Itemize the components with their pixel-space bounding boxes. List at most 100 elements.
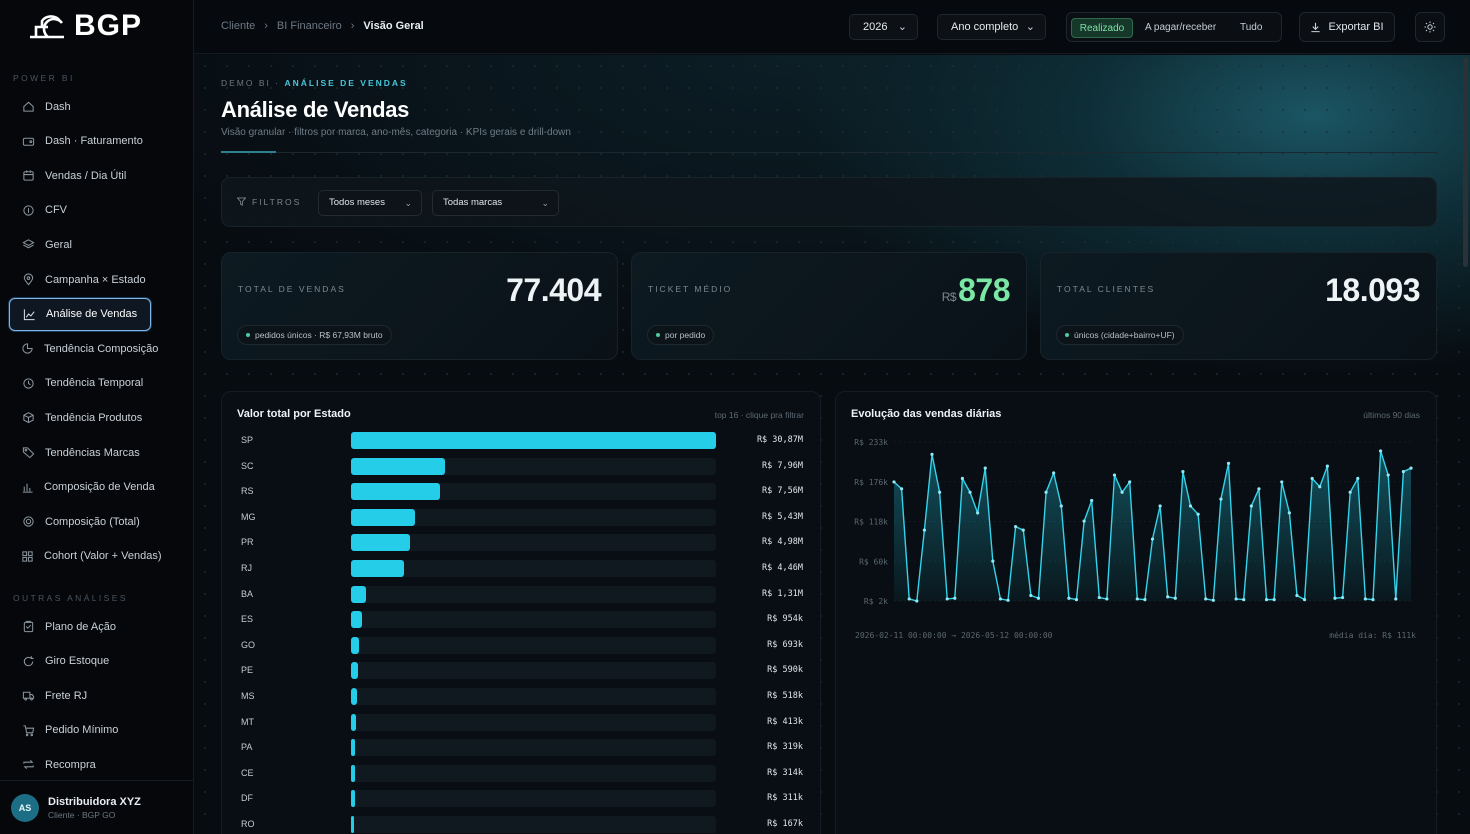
data-point[interactable] bbox=[1074, 598, 1079, 602]
sidebar-item-plano-de-a-o[interactable]: Plano de Ação bbox=[9, 610, 151, 643]
data-point[interactable] bbox=[1325, 464, 1329, 468]
data-point[interactable] bbox=[1264, 598, 1269, 602]
sidebar-item-composi-o-total-[interactable]: Composição (Total) bbox=[9, 505, 151, 538]
data-point[interactable] bbox=[1287, 511, 1291, 515]
data-point[interactable] bbox=[1242, 598, 1246, 602]
segment-realizado[interactable]: Realizado bbox=[1071, 18, 1133, 38]
breadcrumb-item[interactable]: Cliente bbox=[221, 20, 255, 32]
data-point[interactable] bbox=[983, 466, 987, 470]
data-point[interactable] bbox=[1204, 597, 1208, 601]
data-point[interactable] bbox=[1181, 469, 1185, 474]
bar-row[interactable]: DF R$ 311k bbox=[222, 790, 822, 808]
period-select[interactable]: Ano completo ⌄ bbox=[937, 14, 1046, 40]
data-point[interactable] bbox=[1128, 480, 1132, 484]
data-point[interactable] bbox=[1112, 473, 1117, 477]
bar-row[interactable]: GO R$ 693k bbox=[222, 636, 822, 654]
bar-row[interactable]: CE R$ 314k bbox=[222, 764, 822, 782]
scrollbar[interactable] bbox=[1463, 55, 1468, 834]
data-point[interactable] bbox=[1226, 461, 1231, 465]
data-point[interactable] bbox=[1409, 466, 1413, 470]
data-point[interactable] bbox=[1052, 471, 1056, 475]
data-point[interactable] bbox=[1044, 490, 1048, 494]
data-point[interactable] bbox=[1302, 598, 1307, 602]
sidebar-item-recompra[interactable]: Recompra bbox=[9, 748, 151, 781]
sidebar-item-an-lise-de-vendas[interactable]: Análise de Vendas bbox=[9, 297, 151, 331]
data-point[interactable] bbox=[1143, 598, 1147, 602]
data-point[interactable] bbox=[1036, 596, 1041, 600]
data-point[interactable] bbox=[1059, 504, 1063, 508]
segment-tudo[interactable]: Tudo bbox=[1240, 18, 1262, 38]
sidebar-item-campanha-estado[interactable]: Campanha × Estado bbox=[9, 263, 151, 296]
data-point[interactable] bbox=[1348, 490, 1352, 494]
theme-toggle-button[interactable] bbox=[1415, 12, 1445, 42]
data-point[interactable] bbox=[1105, 597, 1109, 601]
data-point[interactable] bbox=[1082, 519, 1086, 523]
breadcrumb-item[interactable]: BI Financeiro bbox=[277, 20, 342, 32]
sidebar-item-composi-o-de-venda[interactable]: Composição de Venda bbox=[9, 471, 155, 504]
data-point[interactable] bbox=[1120, 490, 1124, 494]
data-point[interactable] bbox=[1188, 504, 1193, 508]
data-point[interactable] bbox=[1006, 598, 1010, 602]
data-point[interactable] bbox=[1340, 595, 1345, 600]
brand-logo[interactable]: BGP bbox=[28, 9, 142, 42]
data-point[interactable] bbox=[1333, 596, 1337, 600]
export-button[interactable]: Exportar BI bbox=[1299, 12, 1395, 42]
bar-row[interactable]: RS R$ 7,56M bbox=[222, 483, 822, 501]
data-point[interactable] bbox=[907, 597, 911, 601]
scrollbar-thumb[interactable] bbox=[1463, 57, 1468, 267]
data-point[interactable] bbox=[915, 599, 919, 603]
data-point[interactable] bbox=[922, 528, 927, 532]
data-point[interactable] bbox=[1158, 504, 1162, 508]
bar-row[interactable]: MG R$ 5,43M bbox=[222, 508, 822, 526]
sidebar-item-cohort-valor-vendas-[interactable]: Cohort (Valor + Vendas) bbox=[9, 540, 162, 573]
bar-row[interactable]: PR R$ 4,98M bbox=[222, 534, 822, 552]
data-point[interactable] bbox=[1363, 597, 1367, 601]
data-point[interactable] bbox=[938, 490, 942, 494]
data-point[interactable] bbox=[1090, 498, 1094, 503]
data-point[interactable] bbox=[1021, 528, 1025, 532]
sidebar-item-pedido-m-nimo[interactable]: Pedido Mínimo bbox=[9, 714, 151, 747]
data-point[interactable] bbox=[1356, 476, 1360, 481]
sidebar-item-cfv[interactable]: CFV bbox=[9, 194, 151, 227]
data-point[interactable] bbox=[1067, 596, 1071, 600]
data-point[interactable] bbox=[998, 597, 1003, 601]
bar-row[interactable]: SP R$ 30,87M bbox=[222, 432, 822, 449]
year-select[interactable]: 2026 ⌄ bbox=[849, 14, 918, 40]
data-point[interactable] bbox=[1295, 593, 1299, 598]
data-point[interactable] bbox=[1280, 480, 1284, 484]
bar-row[interactable]: ES R$ 954k bbox=[222, 611, 822, 629]
brands-filter-select[interactable]: Todas marcas ⌄ bbox=[432, 190, 559, 216]
data-point[interactable] bbox=[953, 596, 957, 600]
sidebar-item-vendas-dia-til[interactable]: Vendas / Dia Útil bbox=[9, 159, 151, 192]
data-point[interactable] bbox=[1219, 497, 1223, 501]
segment-a-pagar-receber[interactable]: A pagar/receber bbox=[1145, 18, 1216, 38]
bar-row[interactable]: RJ R$ 4,46M bbox=[222, 560, 822, 577]
data-point[interactable] bbox=[1234, 597, 1238, 601]
sidebar-item-geral[interactable]: Geral bbox=[9, 228, 151, 261]
data-point[interactable] bbox=[1378, 449, 1383, 453]
data-point[interactable] bbox=[1211, 598, 1215, 602]
bar-row[interactable]: PE R$ 590k bbox=[222, 662, 822, 680]
data-point[interactable] bbox=[1371, 598, 1375, 602]
data-point[interactable] bbox=[1014, 525, 1018, 529]
sidebar-item-dash-faturamento[interactable]: Dash · Faturamento bbox=[9, 125, 151, 158]
data-point[interactable] bbox=[1310, 476, 1314, 481]
data-point[interactable] bbox=[960, 476, 965, 481]
data-point[interactable] bbox=[900, 487, 904, 491]
sidebar-item-tend-ncia-produtos[interactable]: Tendência Produtos bbox=[9, 401, 151, 434]
data-point[interactable] bbox=[1196, 512, 1200, 516]
data-point[interactable] bbox=[1257, 487, 1261, 491]
sidebar-item-tend-ncias-marcas[interactable]: Tendências Marcas bbox=[9, 436, 151, 469]
sidebar-item-tend-ncia-composi-o[interactable]: Tendência Composição bbox=[9, 332, 158, 365]
data-point[interactable] bbox=[1272, 598, 1276, 602]
data-point[interactable] bbox=[892, 480, 896, 484]
sidebar-item-frete-rj[interactable]: Frete RJ bbox=[9, 679, 151, 712]
data-point[interactable] bbox=[1029, 593, 1033, 598]
data-point[interactable] bbox=[976, 511, 980, 515]
months-filter-select[interactable]: Todos meses ⌄ bbox=[318, 190, 422, 216]
bar-row[interactable]: PA R$ 319k bbox=[222, 739, 822, 757]
data-point[interactable] bbox=[1249, 504, 1253, 508]
bar-row[interactable]: MS R$ 518k bbox=[222, 688, 822, 705]
data-point[interactable] bbox=[930, 452, 934, 456]
data-point[interactable] bbox=[1173, 596, 1177, 600]
